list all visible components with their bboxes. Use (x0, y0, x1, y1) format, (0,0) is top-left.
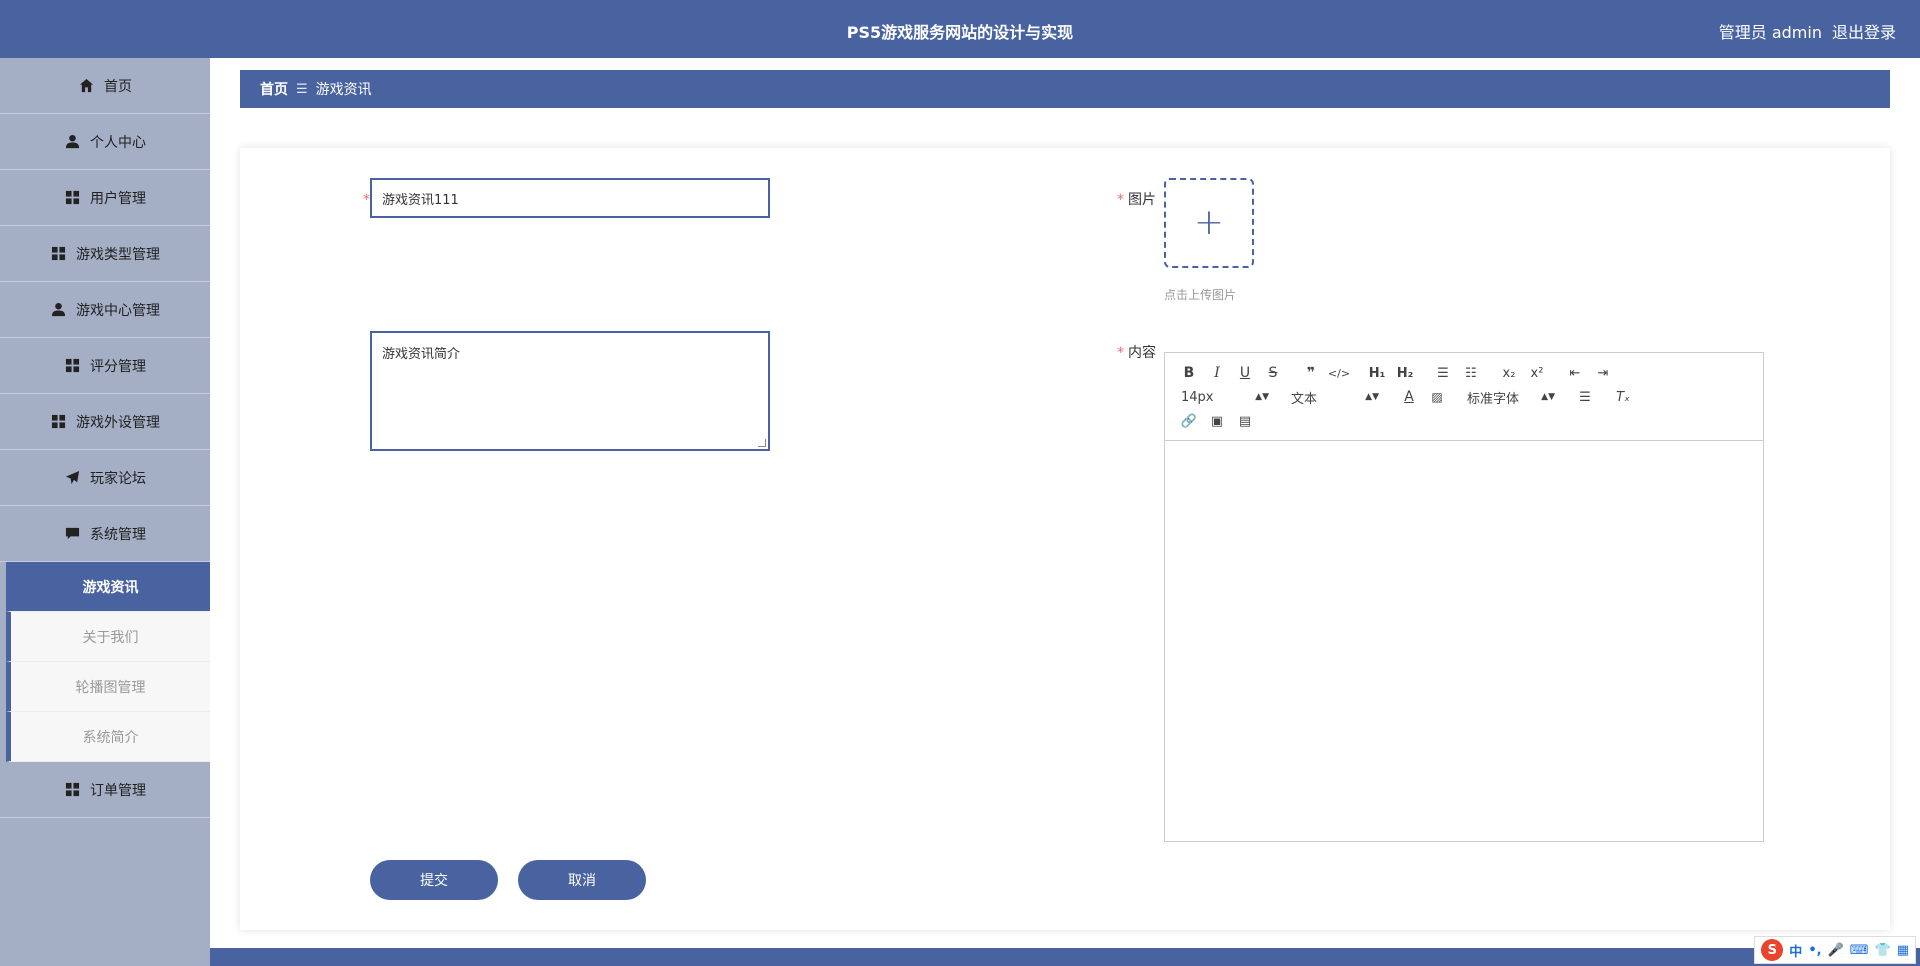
font-color-icon[interactable]: A (1395, 386, 1423, 408)
sidebar-item-label: 游戏类型管理 (76, 246, 160, 263)
breadcrumb-separator-icon: ☰ (296, 81, 308, 97)
submenu-item-carousel-management[interactable]: 轮播图管理 (6, 662, 210, 712)
subscript-icon[interactable]: x₂ (1495, 362, 1523, 384)
submenu-item-about-us[interactable]: 关于我们 (6, 612, 210, 662)
footer-strip (210, 948, 1920, 966)
site-title: PS5游戏服务网站的设计与实现 (846, 23, 1074, 42)
background-color-icon[interactable]: ▨ (1423, 386, 1451, 408)
heading-1-icon[interactable]: H₁ (1363, 362, 1391, 384)
strikethrough-icon[interactable]: S (1259, 362, 1287, 384)
user-icon (64, 134, 80, 150)
sidebar-item-label: 订单管理 (90, 782, 146, 799)
sidebar-item-home[interactable]: 首页 (0, 58, 210, 114)
upload-hint: 点击上传图片 (1164, 288, 1237, 302)
menu-grid-icon[interactable]: ▦ (1897, 943, 1909, 958)
sogou-logo-icon[interactable]: S (1761, 939, 1784, 961)
title-input[interactable]: 游戏资讯111 (370, 178, 770, 218)
superscript-icon[interactable]: x² (1523, 362, 1551, 384)
editor-toolbar: B I U S ❞ </> H₁ H₂ ☰ ☷ x₂ x² ⇤ ⇥ 14px ▲… (1165, 353, 1763, 441)
sidebar-item-personal-center[interactable]: 个人中心 (0, 114, 210, 170)
sidebar-item-user-management[interactable]: 用户管理 (0, 170, 210, 226)
image-upload-button[interactable]: + (1164, 178, 1254, 268)
skin-icon[interactable]: 👕 (1875, 943, 1891, 958)
user-area: 管理员 admin 退出登录 (1719, 19, 1896, 43)
send-icon (64, 470, 80, 486)
content-label: * 内容 (1117, 345, 1156, 361)
select-arrow-icon: ▲▼ (1255, 392, 1269, 402)
link-icon[interactable]: 🔗 (1175, 410, 1203, 432)
keyboard-icon[interactable]: ⌨ (1850, 943, 1869, 958)
summary-textarea[interactable]: 游戏资讯简介 (370, 331, 770, 451)
submenu-item-game-news[interactable]: 游戏资讯 (6, 562, 210, 612)
sidebar: 首页 个人中心 用户管理 游戏类型管理 游戏中心管理 评分管理 游戏外设管理 玩… (0, 58, 210, 966)
align-icon[interactable]: ☰ (1571, 386, 1599, 408)
submenu-item-system-intro[interactable]: 系统简介 (6, 712, 210, 762)
top-header: PS5游戏服务网站的设计与实现 管理员 admin 退出登录 (0, 0, 1920, 58)
plus-icon: + (1193, 202, 1225, 243)
sidebar-item-system-management[interactable]: 系统管理 (0, 506, 210, 562)
blockquote-icon[interactable]: ❞ (1297, 362, 1325, 384)
indent-icon[interactable]: ⇥ (1589, 362, 1617, 384)
home-icon (78, 78, 94, 94)
grid-icon (64, 782, 80, 798)
image-label: * 图片 (1117, 192, 1156, 208)
resize-handle-icon[interactable] (758, 439, 766, 447)
sidebar-item-rating-management[interactable]: 评分管理 (0, 338, 210, 394)
select-arrow-icon: ▲▼ (1541, 392, 1555, 402)
user-icon (50, 302, 66, 318)
grid-icon (50, 246, 66, 262)
editor-content-area[interactable] (1165, 441, 1763, 841)
sidebar-item-label: 游戏外设管理 (76, 414, 160, 431)
microphone-icon[interactable]: 🎤 (1828, 943, 1844, 958)
sidebar-item-label: 个人中心 (90, 134, 146, 151)
sidebar-item-label: 系统管理 (90, 526, 146, 543)
current-user: 管理员 admin (1718, 23, 1822, 42)
image-icon[interactable]: ▣ (1203, 410, 1231, 432)
sidebar-item-label: 用户管理 (90, 190, 146, 207)
ordered-list-icon[interactable]: ☰ (1429, 362, 1457, 384)
grid-icon (50, 414, 66, 430)
sidebar-item-game-type-management[interactable]: 游戏类型管理 (0, 226, 210, 282)
sidebar-item-label: 玩家论坛 (90, 470, 146, 487)
paragraph-select[interactable]: 文本 ▲▼ (1285, 388, 1385, 407)
sidebar-item-label: 首页 (104, 78, 132, 95)
breadcrumb-current: 游戏资讯 (315, 82, 372, 98)
code-block-icon[interactable]: </> (1325, 362, 1353, 384)
ime-toolbar: S 中 •, 🎤 ⌨ 👕 ▦ (1754, 936, 1916, 964)
underline-icon[interactable]: U (1231, 362, 1259, 384)
bullet-list-icon[interactable]: ☷ (1457, 362, 1485, 384)
italic-icon[interactable]: I (1203, 362, 1231, 384)
punctuation-icon[interactable]: •, (1808, 943, 1821, 958)
summary-text: 游戏资讯简介 (382, 347, 461, 362)
breadcrumb-home[interactable]: 首页 (260, 79, 288, 99)
sidebar-item-peripheral-management[interactable]: 游戏外设管理 (0, 394, 210, 450)
cancel-button[interactable]: 取消 (518, 860, 646, 900)
grid-icon (64, 190, 80, 206)
sidebar-item-label: 游戏中心管理 (76, 302, 160, 319)
sidebar-item-order-management[interactable]: 订单管理 (0, 762, 210, 818)
form-card: *标题 游戏资讯111 *图片 + 点击上传图片 简介 游戏资讯简介 *内容 B… (240, 148, 1890, 930)
clear-format-icon[interactable]: Tₓ (1609, 386, 1637, 408)
sidebar-item-label: 评分管理 (90, 358, 146, 375)
font-family-select[interactable]: 标准字体 ▲▼ (1461, 388, 1561, 407)
rich-text-editor: B I U S ❞ </> H₁ H₂ ☰ ☷ x₂ x² ⇤ ⇥ 14px ▲… (1164, 352, 1764, 842)
system-submenu: 游戏资讯 关于我们 轮播图管理 系统简介 (0, 562, 210, 762)
sidebar-item-player-forum[interactable]: 玩家论坛 (0, 450, 210, 506)
sidebar-item-game-center-management[interactable]: 游戏中心管理 (0, 282, 210, 338)
breadcrumb: 首页 ☰ 游戏资讯 (240, 70, 1890, 108)
select-arrow-icon: ▲▼ (1365, 392, 1379, 402)
font-size-select[interactable]: 14px ▲▼ (1175, 390, 1275, 405)
heading-2-icon[interactable]: H₂ (1391, 362, 1419, 384)
grid-icon (64, 358, 80, 374)
submit-button[interactable]: 提交 (370, 860, 498, 900)
ime-mode-toggle[interactable]: 中 (1789, 941, 1802, 960)
outdent-icon[interactable]: ⇤ (1561, 362, 1589, 384)
bold-icon[interactable]: B (1175, 362, 1203, 384)
chat-icon (64, 526, 80, 542)
video-icon[interactable]: ▤ (1231, 410, 1259, 432)
logout-link[interactable]: 退出登录 (1832, 19, 1896, 43)
